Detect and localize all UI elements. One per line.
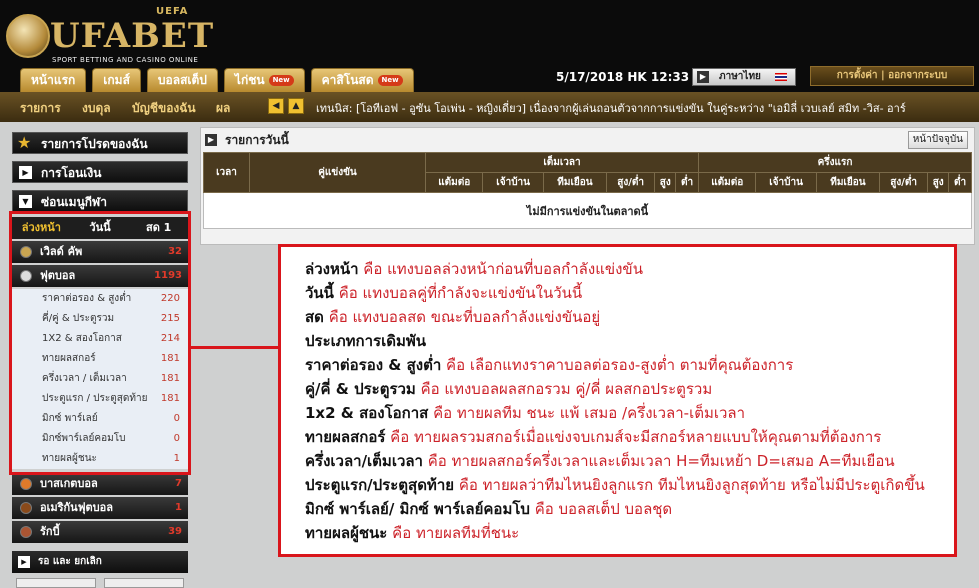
explain-line: ประเภทการเดิมพัน [305, 332, 426, 350]
explain-line: ครึ่งเวลา/เต็มเวลา คือ ทายผลสกอร์ครึ่งเว… [305, 452, 895, 470]
sidebar-finance[interactable]: ▶ การโอนเงิน [12, 161, 188, 183]
sport-count: 1 [175, 502, 182, 513]
col-handicap: แต้มต่อ [697, 172, 757, 193]
sport-basketball[interactable]: บาสเกตบอล 7 [12, 473, 188, 495]
subnav-my-account[interactable]: บัญชีของฉัน [132, 99, 196, 118]
thai-flag-icon [775, 73, 787, 81]
server-datetime: 5/17/2018 HK 12:33 PM [556, 70, 715, 84]
explain-line: ทายผลผู้ชนะ คือ ทายผลทีมที่ชนะ [305, 524, 520, 542]
subnav-list[interactable]: รายการ [20, 99, 61, 118]
football-logo-icon [6, 14, 50, 58]
explain-line: ล่วงหน้า คือ แทงบอลล่วงหน้าก่อนที่บอลกำล… [305, 260, 643, 278]
main-nav-tabs: หน้าแรก เกมส์ บอลสเต็ป ไก่ชน New คาสิโนสด… [20, 68, 414, 92]
sidebar-bottom-button[interactable] [104, 578, 184, 588]
brand-tagline: SPORT BETTING AND CASINO ONLINE [52, 56, 199, 64]
rugby-icon [20, 526, 32, 538]
american-football-icon [20, 502, 32, 514]
tab-step-ball[interactable]: บอลสเต็ป [146, 68, 218, 92]
explain-line: คู่/คี่ & ประตูรวม คือ แทงบอลผลสกอรวม คู… [305, 380, 713, 398]
account-links: การตั้งค่า | ออกจากระบบ [810, 66, 974, 86]
sub-nav-bar: รายการ งบดุล บัญชีของฉัน ผล ◀ ▲ เทนนิส: … [0, 92, 979, 122]
connector-line [191, 346, 279, 349]
sport-count: 39 [168, 526, 182, 537]
col-away: ทีมเยือน [542, 172, 608, 193]
col-time: เวลา [203, 152, 250, 193]
explain-line: ราคาต่อรอง & สูงต่ำ คือ เลือกแทงราคาบอลต… [305, 356, 794, 374]
main-panel-header: ▶ รายการวันนี้ หน้าปัจจุบัน [201, 128, 974, 152]
sidebar-favorites[interactable]: ★ รายการโปรดของฉัน [12, 132, 188, 154]
ticker-next-icon[interactable]: ▲ [288, 98, 304, 114]
header-bar: UEFA UFABET SPORT BETTING AND CASINO ONL… [0, 0, 979, 92]
tab-games[interactable]: เกมส์ [92, 68, 141, 92]
col-home: เจ้าบ้าน [482, 172, 544, 193]
explain-line: สด คือ แทงบอลสด ขณะที่บอลกำลังแข่งขันอยู… [305, 308, 601, 326]
col-away: ทีมเยือน [815, 172, 880, 193]
main-panel: ▶ รายการวันนี้ หน้าปัจจุบัน เวลา คู่แข่ง… [200, 127, 975, 245]
explain-line: ประตูแรก/ประตูสุดท้าย คือ ทายผลว่าทีมไหน… [305, 476, 925, 494]
explain-line: วันนี้ คือ แทงบอลคู่ที่กำลังจะแข่งขันในว… [305, 284, 583, 302]
col-ou: สูง/ต่ำ [878, 172, 929, 193]
ticker-prev-icon[interactable]: ◀ [268, 98, 284, 114]
col-under: ต่ำ [948, 172, 972, 193]
language-select[interactable]: ▶ ภาษาไทย [692, 68, 796, 86]
tab-home[interactable]: หน้าแรก [20, 68, 87, 92]
play-arrow-icon: ▶ [205, 134, 217, 146]
news-ticker: เทนนิส: [โอทีเอฟ - อูซัน โอเพ่น - หญิงเด… [316, 102, 906, 115]
col-handicap: แต้มต่อ [424, 172, 484, 193]
col-ou: สูง/ต่ำ [606, 172, 656, 193]
basketball-icon [20, 478, 32, 490]
col-home: เจ้าบ้าน [755, 172, 817, 193]
ufabet-logo[interactable]: UEFA UFABET SPORT BETTING AND CASINO ONL… [6, 6, 213, 66]
explain-line: 1x2 & สองโอกาส คือ ทายผลทีม ชนะ แพ้ เสมอ… [305, 404, 746, 422]
col-under: ต่ำ [675, 172, 699, 193]
sidebar-highlight-box [9, 211, 191, 475]
settings-link[interactable]: การตั้งค่า [837, 70, 878, 81]
col-match: คู่แข่งขัน [249, 152, 426, 193]
sidebar-waiting-cancelled[interactable]: ▶ รอ และ ยกเลิก [12, 551, 188, 573]
empty-message: ไม่มีการแข่งขันในตลาดนี้ [203, 192, 972, 229]
subnav-results[interactable]: ผล [216, 99, 230, 118]
explain-line: ทายผลสกอร์ คือ ทายผลรวมสกอร์เมื่อแข่งจบเ… [305, 428, 882, 446]
play-arrow-icon: ▶ [697, 71, 709, 83]
page-title: รายการวันนี้ [225, 133, 289, 147]
tab-cockfight[interactable]: ไก่ชน New [223, 68, 305, 92]
col-over: สูง [927, 172, 950, 193]
collapse-icon: ▼ [19, 195, 32, 208]
explain-line: มิกซ์ พาร์เลย์/ มิกซ์ พาร์เลย์คอมโบ คือ … [305, 500, 673, 518]
tab-live-casino[interactable]: คาสิโนสด New [310, 68, 414, 92]
link-separator: | [881, 70, 885, 81]
sport-american-football[interactable]: อเมริกันฟุตบอล 1 [12, 497, 188, 519]
subnav-balance[interactable]: งบดุล [82, 99, 111, 118]
star-icon: ★ [17, 133, 32, 152]
sidebar-hide-menu[interactable]: ▼ ซ่อนเมนูกีฬา [12, 190, 188, 212]
sport-count: 7 [175, 478, 182, 489]
sport-rugby[interactable]: รักบี้ 39 [12, 521, 188, 543]
col-halftime: ครึ่งแรก [697, 152, 973, 173]
explanation-box: ล่วงหน้า คือ แทงบอลล่วงหน้าก่อนที่บอลกำล… [278, 244, 957, 557]
sidebar-bottom-buttons [16, 578, 184, 588]
play-arrow-icon: ▶ [19, 166, 32, 179]
sidebar-bottom-button[interactable] [16, 578, 96, 588]
col-over: สูง [654, 172, 677, 193]
brand-name: UFABET [50, 16, 215, 56]
play-arrow-icon: ▶ [18, 556, 30, 568]
odds-table: เวลา คู่แข่งขัน เต็มเวลา ครึ่งแรก แต้มต่… [203, 152, 973, 229]
new-badge: New [377, 75, 403, 86]
current-page-button[interactable]: หน้าปัจจุบัน [907, 131, 968, 149]
col-fulltime: เต็มเวลา [425, 152, 699, 173]
logout-link[interactable]: ออกจากระบบ [888, 70, 947, 81]
new-badge: New [268, 75, 294, 86]
